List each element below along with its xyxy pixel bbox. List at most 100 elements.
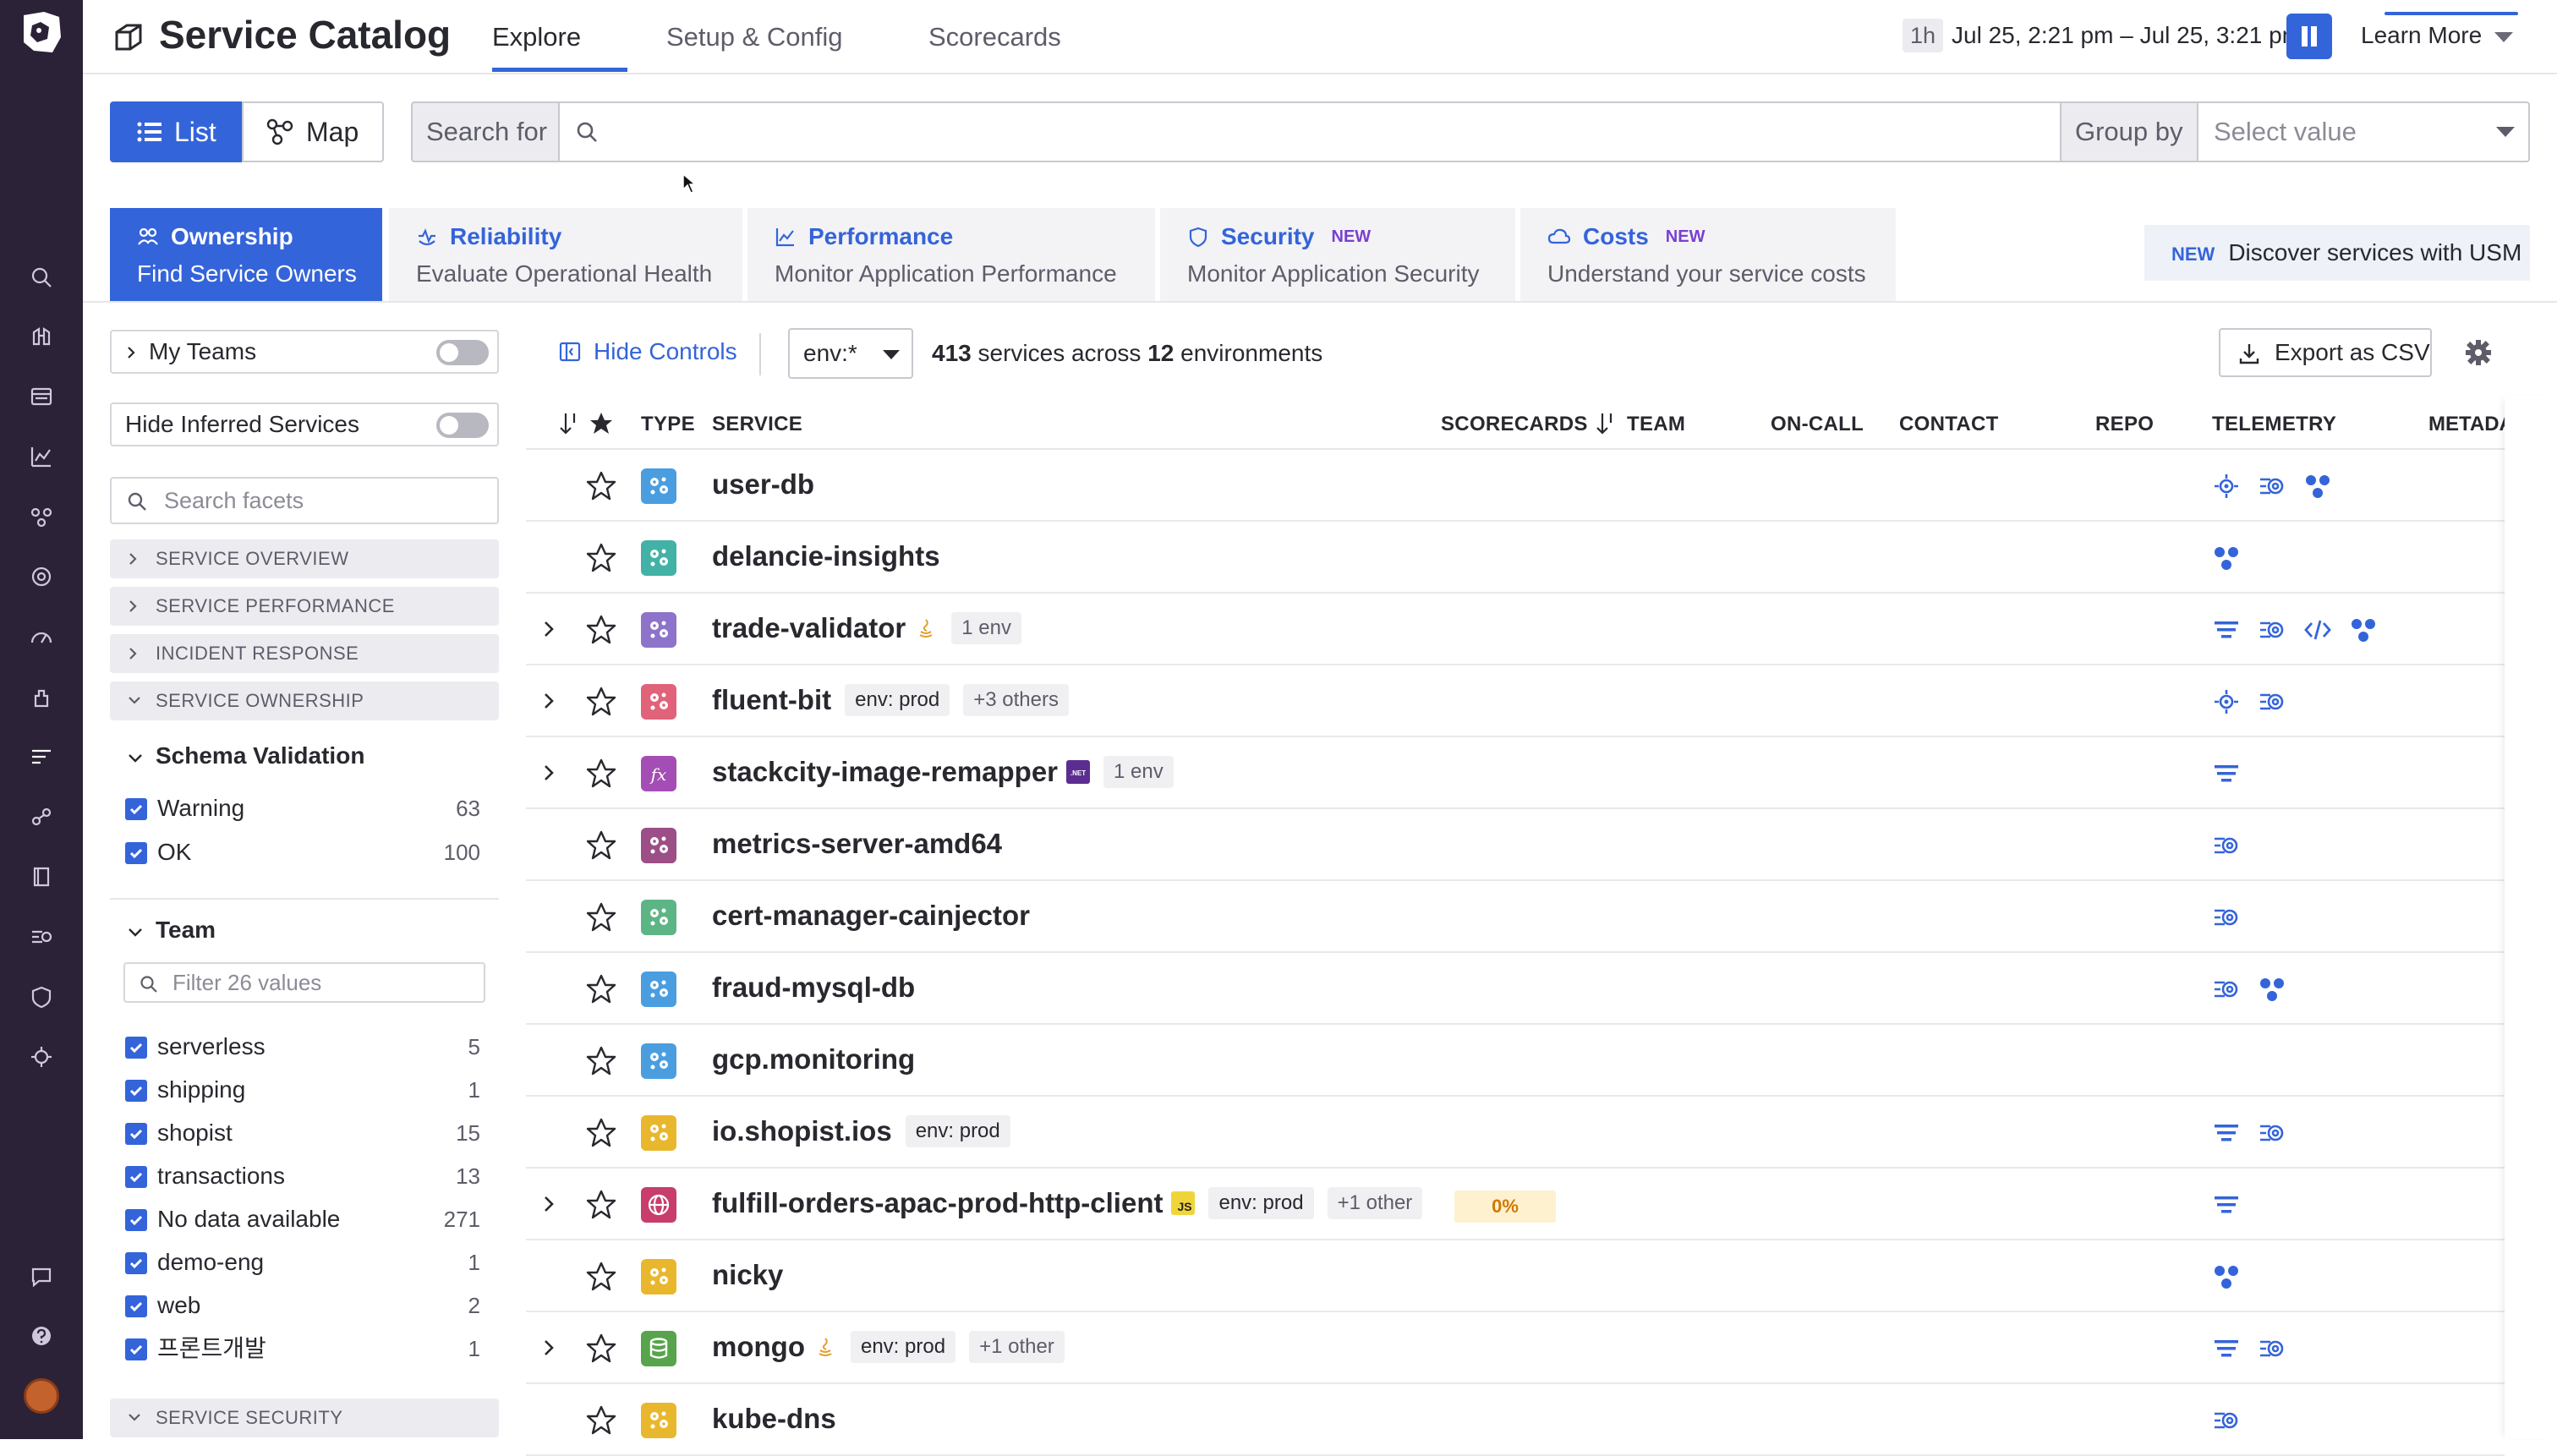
- table-row[interactable]: fraud-mysql-db: [526, 953, 2505, 1025]
- apm-nav-icon[interactable]: [25, 741, 57, 773]
- table-row[interactable]: user-db: [526, 450, 2505, 522]
- table-row[interactable]: io.shopist.ios env: prod: [526, 1097, 2505, 1169]
- column-telemetry[interactable]: TELEMETRY: [2212, 413, 2336, 436]
- logs-icon[interactable]: [2212, 1334, 2241, 1363]
- metrics-nav-icon[interactable]: [25, 621, 57, 653]
- profiler-icon[interactable]: [2212, 687, 2241, 716]
- checkbox-checked[interactable]: [125, 1080, 147, 1102]
- apm-icon[interactable]: [2258, 1119, 2286, 1147]
- star-outline-icon[interactable]: [585, 1333, 617, 1365]
- favorite-toggle[interactable]: [585, 686, 617, 718]
- hide-inferred-toggle[interactable]: [436, 413, 489, 438]
- env-pill[interactable]: env: prod: [845, 684, 950, 716]
- env-select[interactable]: env:*: [788, 328, 913, 379]
- events-nav-icon[interactable]: [25, 380, 57, 413]
- favorite-toggle[interactable]: [585, 1189, 617, 1221]
- favorite-toggle[interactable]: [585, 1404, 617, 1437]
- star-outline-icon[interactable]: [585, 542, 617, 574]
- table-row[interactable]: trade-validator 1 env: [526, 594, 2505, 665]
- tab-setup-config[interactable]: Setup & Config: [666, 22, 843, 52]
- security-nav-icon[interactable]: [25, 981, 57, 1013]
- service-name[interactable]: fluent-bit: [712, 684, 831, 716]
- table-row[interactable]: nicky: [526, 1240, 2505, 1312]
- lens-reliability[interactable]: Reliability Evaluate Operational Health: [389, 208, 742, 301]
- service-map-icon[interactable]: [2349, 616, 2378, 644]
- chevron-right-icon[interactable]: [541, 619, 556, 639]
- service-map-icon[interactable]: [2212, 544, 2241, 572]
- watchdog-nav-icon[interactable]: [25, 320, 57, 353]
- facet-checkbox-team[interactable]: shipping 1: [125, 1073, 480, 1107]
- scorecard-badge[interactable]: 0%: [1454, 1191, 1556, 1223]
- facet-checkbox-team[interactable]: No data available 271: [125, 1202, 480, 1236]
- star-outline-icon[interactable]: [585, 1261, 617, 1293]
- facet-checkbox-team[interactable]: demo-eng 1: [125, 1245, 480, 1279]
- facet-checkbox-team[interactable]: 프론트개발 1: [125, 1332, 480, 1366]
- hide-inferred-row[interactable]: Hide Inferred Services: [110, 402, 499, 446]
- user-avatar[interactable]: [24, 1378, 59, 1414]
- column-type[interactable]: TYPE: [641, 413, 695, 436]
- logs-icon[interactable]: [2212, 759, 2241, 788]
- env-pill[interactable]: env: prod: [850, 1331, 956, 1363]
- star-outline-icon[interactable]: [585, 829, 617, 862]
- service-map-icon[interactable]: [2258, 975, 2286, 1004]
- expand-row-button[interactable]: [541, 619, 556, 639]
- apm-icon[interactable]: [2212, 975, 2241, 1004]
- star-outline-icon[interactable]: [585, 1045, 617, 1077]
- checkbox-checked[interactable]: [125, 1166, 147, 1188]
- favorite-toggle[interactable]: [585, 973, 617, 1005]
- logs-icon[interactable]: [2212, 616, 2241, 644]
- service-map-icon[interactable]: [2303, 472, 2332, 501]
- facet-checkbox-team[interactable]: web 2: [125, 1289, 480, 1322]
- lens-costs[interactable]: Costs NEW Understand your service costs: [1520, 208, 1896, 301]
- table-row[interactable]: cert-manager-cainjector: [526, 881, 2505, 953]
- env-pill[interactable]: +3 others: [963, 684, 1069, 716]
- service-map-icon[interactable]: [2212, 1262, 2241, 1291]
- map-view-button[interactable]: Map: [242, 101, 384, 162]
- star-outline-icon[interactable]: [585, 1117, 617, 1149]
- favorite-toggle[interactable]: [585, 758, 617, 790]
- facet-checkbox-team[interactable]: transactions 13: [125, 1159, 480, 1193]
- checkbox-checked[interactable]: [125, 842, 147, 864]
- service-name[interactable]: trade-validator: [712, 612, 906, 644]
- table-row[interactable]: mongo env: prod +1 other: [526, 1312, 2505, 1384]
- facet-checkbox-warning[interactable]: Warning 63: [125, 791, 480, 825]
- integrations-nav-icon[interactable]: [25, 681, 57, 713]
- favorite-toggle[interactable]: [585, 470, 617, 502]
- service-name[interactable]: kube-dns: [712, 1403, 836, 1435]
- apm-icon[interactable]: [2258, 1334, 2286, 1363]
- table-row[interactable]: fluent-bit env: prod +3 others: [526, 665, 2505, 737]
- search-input[interactable]: [611, 110, 2048, 154]
- apm-icon[interactable]: [2258, 687, 2286, 716]
- favorite-toggle[interactable]: [585, 542, 617, 574]
- star-outline-icon[interactable]: [585, 901, 617, 933]
- env-pill[interactable]: +1 other: [969, 1331, 1065, 1363]
- expand-row-button[interactable]: [541, 691, 556, 711]
- apm-icon[interactable]: [2258, 472, 2286, 501]
- profiler-icon[interactable]: [2212, 472, 2241, 501]
- facet-service-security[interactable]: SERVICE SECURITY: [110, 1399, 499, 1437]
- chat-nav-icon[interactable]: [25, 1261, 57, 1293]
- logs-icon[interactable]: [2212, 1191, 2241, 1219]
- chevron-down-icon[interactable]: [2494, 32, 2513, 42]
- checkbox-checked[interactable]: [125, 1338, 147, 1360]
- service-search[interactable]: [558, 101, 2061, 162]
- checkbox-checked[interactable]: [125, 1252, 147, 1274]
- team-filter-input[interactable]: Filter 26 values: [123, 962, 485, 1003]
- checkbox-checked[interactable]: [125, 1037, 147, 1059]
- time-range-badge[interactable]: 1h: [1903, 19, 1943, 52]
- favorite-toggle[interactable]: [585, 1333, 617, 1365]
- team-facet-title[interactable]: Team: [127, 917, 216, 944]
- expand-row-button[interactable]: [541, 1194, 556, 1214]
- column-service[interactable]: SERVICE: [712, 413, 802, 436]
- group-by-select[interactable]: Select value: [2197, 101, 2530, 162]
- star-outline-icon[interactable]: [585, 686, 617, 718]
- facet-checkbox-team[interactable]: shopist 15: [125, 1116, 480, 1150]
- expand-row-button[interactable]: [541, 763, 556, 783]
- search-facets-input[interactable]: Search facets: [110, 477, 499, 524]
- star-outline-icon[interactable]: [585, 1404, 617, 1437]
- env-pill[interactable]: +1 other: [1327, 1187, 1423, 1219]
- logs-nav-icon[interactable]: [25, 921, 57, 953]
- favorite-toggle[interactable]: [585, 901, 617, 933]
- facet-service-performance[interactable]: SERVICE PERFORMANCE: [110, 587, 499, 626]
- notebooks-nav-icon[interactable]: [25, 861, 57, 893]
